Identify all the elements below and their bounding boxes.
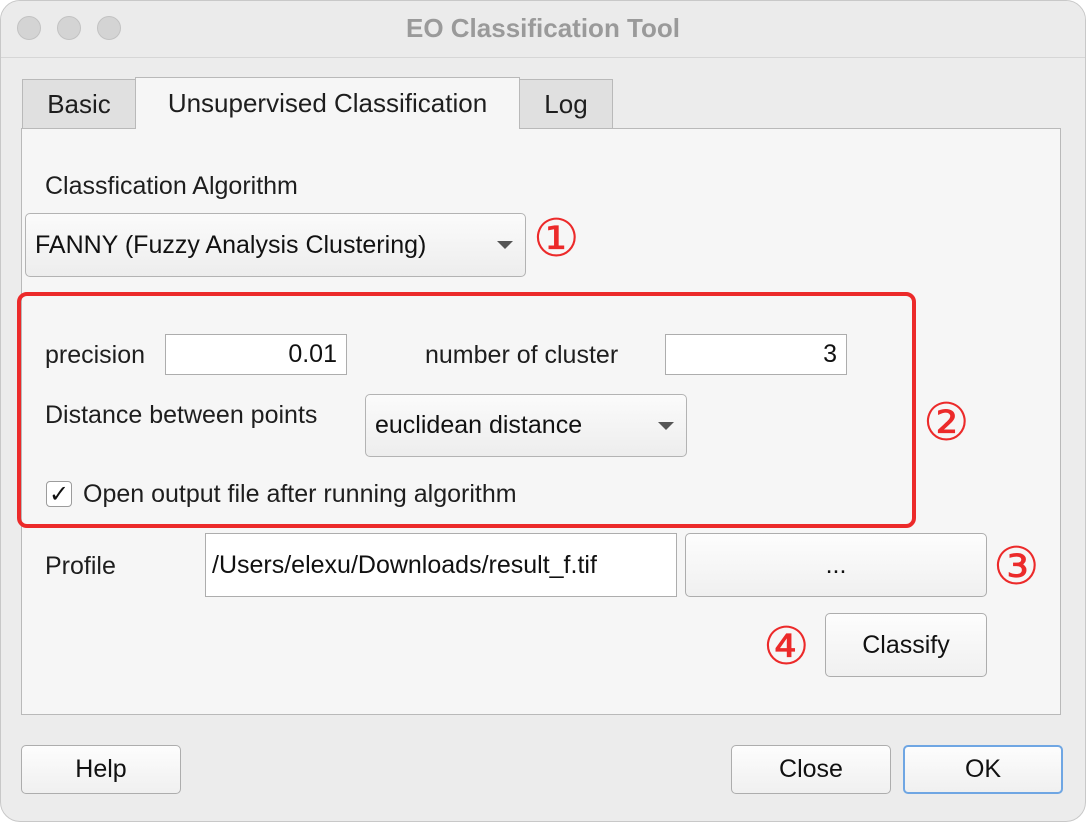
classify-button[interactable]: Classify bbox=[825, 613, 987, 677]
profile-path-input[interactable]: /Users/elexu/Downloads/result_f.tif bbox=[205, 533, 677, 597]
annotation-marker-1: ① bbox=[533, 209, 580, 269]
chevron-down-icon bbox=[497, 241, 513, 249]
profile-label: Profile bbox=[45, 552, 116, 580]
open-output-checkbox[interactable]: ✓ bbox=[46, 481, 72, 507]
algorithm-label: Classfication Algorithm bbox=[45, 172, 298, 200]
tab-basic[interactable]: Basic bbox=[22, 79, 136, 129]
browse-button[interactable]: ... bbox=[685, 533, 987, 597]
annotation-marker-4: ④ bbox=[763, 617, 810, 677]
close-button[interactable]: Close bbox=[731, 745, 891, 794]
distance-select[interactable]: euclidean distance bbox=[365, 394, 687, 457]
profile-path-value: /Users/elexu/Downloads/result_f.tif bbox=[212, 550, 597, 579]
precision-input[interactable]: 0.01 bbox=[165, 334, 347, 375]
help-button-label: Help bbox=[75, 755, 127, 783]
browse-button-label: ... bbox=[825, 550, 847, 579]
precision-value: 0.01 bbox=[288, 340, 337, 368]
open-output-label: Open output file after running algorithm bbox=[83, 480, 517, 508]
ok-button-label: OK bbox=[964, 755, 1002, 783]
clusters-label: number of cluster bbox=[425, 341, 619, 369]
chevron-down-icon bbox=[658, 421, 674, 430]
ok-button[interactable]: OK bbox=[903, 745, 1063, 794]
tab-basic-label: Basic bbox=[47, 89, 111, 119]
clusters-value: 3 bbox=[823, 340, 837, 368]
tab-unsupervised-classification-label: Unsupervised Classification bbox=[167, 88, 488, 118]
distance-label: Distance between points bbox=[45, 401, 318, 429]
distance-selected-value: euclidean distance bbox=[375, 411, 583, 439]
algorithm-select[interactable]: FANNY (Fuzzy Analysis Clustering) bbox=[25, 213, 526, 277]
tab-log[interactable]: Log bbox=[519, 79, 613, 129]
title-bar: EO Classification Tool bbox=[1, 1, 1085, 58]
annotation-marker-2: ② bbox=[923, 393, 970, 453]
dialog-window: EO Classification Tool Basic Unsupervise… bbox=[0, 0, 1086, 822]
close-button-label: Close bbox=[779, 755, 843, 783]
window-title: EO Classification Tool bbox=[405, 13, 680, 43]
precision-label: precision bbox=[45, 341, 146, 369]
classify-button-label: Classify bbox=[862, 630, 950, 659]
tab-log-label: Log bbox=[544, 89, 588, 119]
help-button[interactable]: Help bbox=[21, 745, 181, 794]
clusters-input[interactable]: 3 bbox=[665, 334, 847, 375]
annotation-marker-3: ③ bbox=[993, 537, 1040, 597]
algorithm-selected-value: FANNY (Fuzzy Analysis Clustering) bbox=[35, 230, 427, 259]
tab-unsupervised-classification[interactable]: Unsupervised Classification bbox=[135, 77, 520, 129]
